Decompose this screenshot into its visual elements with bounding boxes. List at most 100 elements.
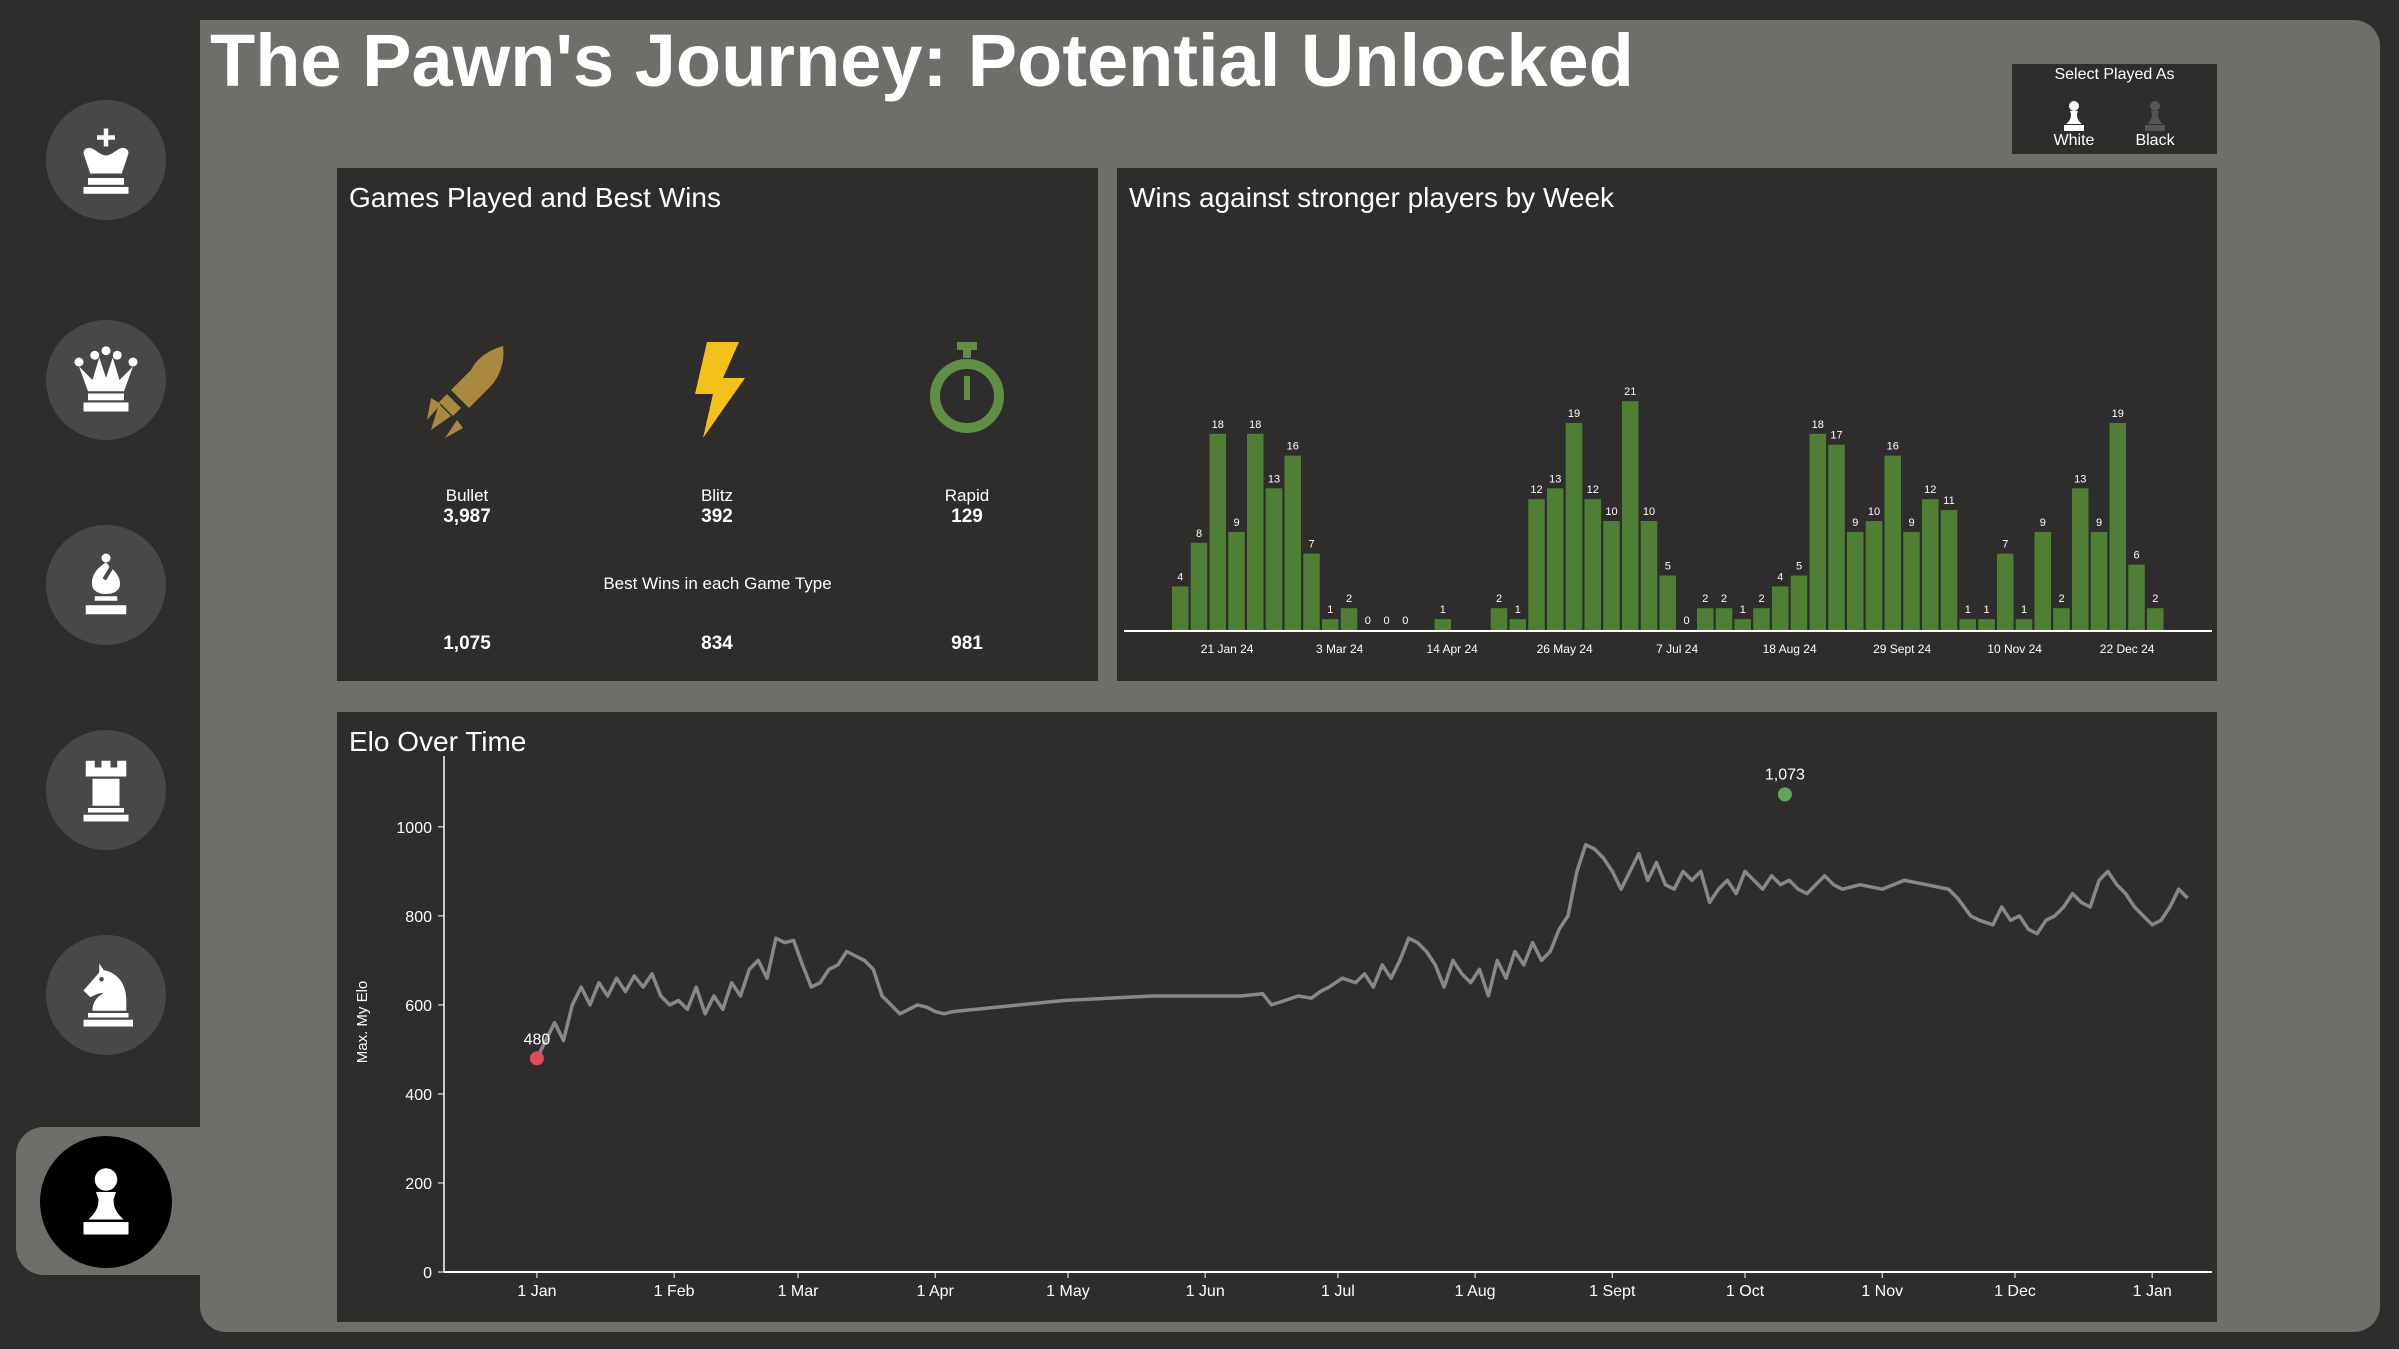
bar xyxy=(1547,488,1564,630)
bar xyxy=(2034,531,2051,630)
bar-value-label: 21 xyxy=(1624,386,1636,398)
bar xyxy=(1172,586,1189,630)
nav-queen[interactable] xyxy=(46,320,166,440)
bar xyxy=(1753,608,1770,630)
panel-title: Games Played and Best Wins xyxy=(349,182,721,213)
bar-value-label: 1 xyxy=(1440,604,1446,616)
x-tick-label: 1 Jan xyxy=(517,1283,556,1300)
x-tick-label: 1 Jul xyxy=(1321,1283,1355,1300)
bar xyxy=(1303,553,1320,630)
weekly-wins-panel: Wins against stronger players by Week 48… xyxy=(1117,168,2217,681)
filter-option-white[interactable]: White xyxy=(2039,98,2109,150)
game-type-count: 129 xyxy=(951,506,983,527)
bar-value-label: 2 xyxy=(2152,593,2158,605)
bar xyxy=(1603,521,1620,630)
bar xyxy=(1959,619,1976,630)
x-tick-label: 18 Aug 24 xyxy=(1763,642,1817,656)
bar xyxy=(1584,499,1601,630)
black-pawn-icon xyxy=(2145,101,2165,131)
x-tick-label: 1 Sept xyxy=(1589,1283,1636,1300)
x-tick-label: 21 Jan 24 xyxy=(1201,642,1254,656)
bar xyxy=(1659,575,1676,630)
game-type-count: 392 xyxy=(701,506,733,527)
knight-icon xyxy=(83,963,133,1027)
bar-value-label: 19 xyxy=(1568,408,1580,420)
y-tick-label: 600 xyxy=(405,998,432,1015)
bar-value-label: 0 xyxy=(1402,615,1408,627)
best-win-bullet: 1,075 xyxy=(443,633,491,654)
filter-title: Select Played As xyxy=(2054,66,2175,83)
nav-pawn[interactable] xyxy=(40,1136,172,1268)
nav-bishop[interactable] xyxy=(46,525,166,645)
bar-value-label: 12 xyxy=(1587,484,1599,496)
game-type-bullet: Bullet 3,987 xyxy=(367,338,567,528)
game-type-rapid: Rapid 129 xyxy=(867,338,1067,528)
min-point-label: 480 xyxy=(524,1031,551,1048)
game-type-blitz: Blitz 392 xyxy=(617,338,817,528)
bar xyxy=(2072,488,2089,630)
bar-value-label: 4 xyxy=(1777,571,1783,583)
bar-value-label: 5 xyxy=(1796,561,1802,573)
filter-option-label: White xyxy=(2053,132,2095,149)
bar xyxy=(1622,401,1639,630)
x-tick-label: 1 Oct xyxy=(1726,1283,1765,1300)
y-tick-label: 1000 xyxy=(396,820,432,837)
game-type-count: 3,987 xyxy=(443,506,491,527)
bar xyxy=(2015,619,2033,630)
bar xyxy=(1284,455,1301,630)
game-type-label: Blitz xyxy=(700,486,734,505)
bar-value-label: 0 xyxy=(1365,615,1371,627)
page-title: The Pawn's Journey: Potential Unlocked xyxy=(210,19,1634,102)
x-tick-label: 1 Dec xyxy=(1994,1283,2036,1300)
game-type-label: Rapid xyxy=(944,486,990,505)
white-pawn-icon xyxy=(2064,101,2084,131)
game-type-label: Bullet xyxy=(445,486,489,505)
rook-icon xyxy=(83,760,129,822)
stopwatch-icon xyxy=(930,342,1004,433)
nav-knight[interactable] xyxy=(46,935,166,1055)
x-tick-label: 10 Nov 24 xyxy=(1987,642,2042,656)
bar xyxy=(2053,608,2070,630)
bar xyxy=(1978,619,1995,630)
bar xyxy=(1490,608,1508,630)
bar-value-label: 7 xyxy=(2002,539,2008,551)
bar-value-label: 2 xyxy=(1758,593,1764,605)
bar-value-label: 0 xyxy=(1683,615,1689,627)
filter-option-black[interactable]: Black xyxy=(2120,98,2190,150)
bar xyxy=(1209,433,1226,630)
bar-value-label: 9 xyxy=(1908,517,1914,529)
nav-king[interactable] xyxy=(46,100,166,220)
elo-line xyxy=(535,842,2189,1060)
bar-value-label: 17 xyxy=(1830,430,1842,442)
rocket-icon xyxy=(427,346,504,438)
bar-value-label: 2 xyxy=(2058,593,2064,605)
y-tick-label: 400 xyxy=(405,1087,432,1104)
bar-value-label: 1 xyxy=(1965,604,1971,616)
bar xyxy=(1509,619,1526,630)
bar-value-label: 9 xyxy=(2096,517,2102,529)
bar-value-label: 9 xyxy=(1852,517,1858,529)
x-tick-label: 1 Aug xyxy=(1455,1283,1496,1300)
bar-value-label: 12 xyxy=(1530,484,1542,496)
bar-value-label: 16 xyxy=(1287,441,1299,453)
bar-value-label: 13 xyxy=(2074,473,2086,485)
nav-rook[interactable] xyxy=(46,730,166,850)
bar-value-label: 1 xyxy=(1327,604,1333,616)
elo-chart: 0 200 400 600 800 1000 Max. My Elo 1 Jan 1 Feb 1 … xyxy=(354,756,2212,1300)
bar xyxy=(1847,531,1864,630)
x-tick-label: 1 Apr xyxy=(917,1283,955,1300)
max-point xyxy=(1777,787,1792,802)
x-tick-label: 1 May xyxy=(1046,1283,1090,1300)
bar-value-label: 1 xyxy=(1983,604,1989,616)
bar xyxy=(1828,444,1845,630)
bar xyxy=(1565,422,1583,630)
bar-value-label: 2 xyxy=(1721,593,1727,605)
bar xyxy=(1903,531,1920,630)
bar-value-label: 18 xyxy=(1212,419,1224,431)
x-tick-label: 22 Dec 24 xyxy=(2100,642,2155,656)
bar xyxy=(1190,542,1208,630)
bar xyxy=(2090,531,2108,630)
lightning-icon xyxy=(695,342,745,438)
bar xyxy=(1528,499,1545,630)
bar xyxy=(2128,564,2145,630)
